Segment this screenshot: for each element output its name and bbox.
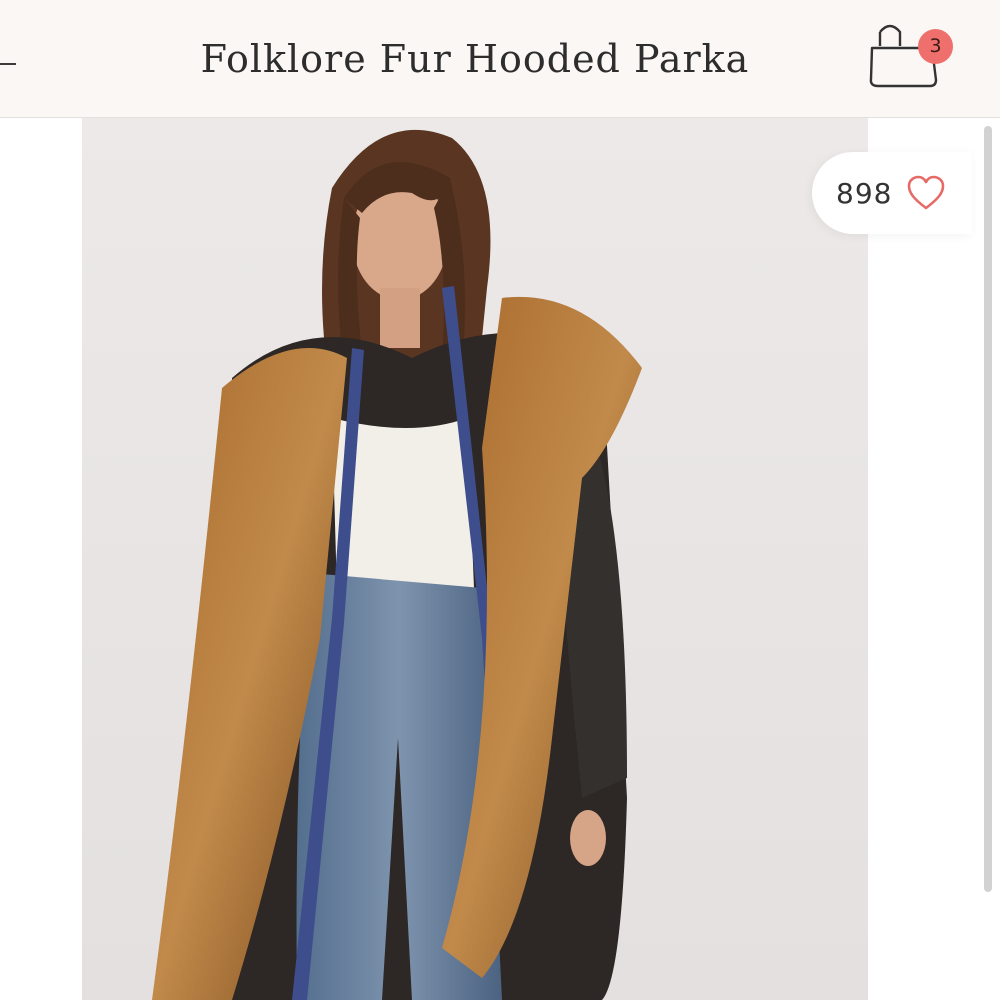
cart-button[interactable]: 3	[866, 22, 956, 94]
like-count: 898	[836, 177, 893, 210]
like-button[interactable]: 898	[812, 152, 972, 234]
heart-icon	[907, 175, 945, 210]
scrollbar[interactable]	[984, 126, 992, 892]
top-bar: Folklore Fur Hooded Parka 3	[0, 0, 1000, 118]
product-image[interactable]	[82, 118, 868, 1000]
cart-count-badge: 3	[918, 29, 953, 64]
model-wearing-parka-illustration	[82, 118, 868, 1000]
product-view: 898	[0, 118, 1000, 1000]
page-title: Folklore Fur Hooded Parka	[200, 37, 750, 81]
